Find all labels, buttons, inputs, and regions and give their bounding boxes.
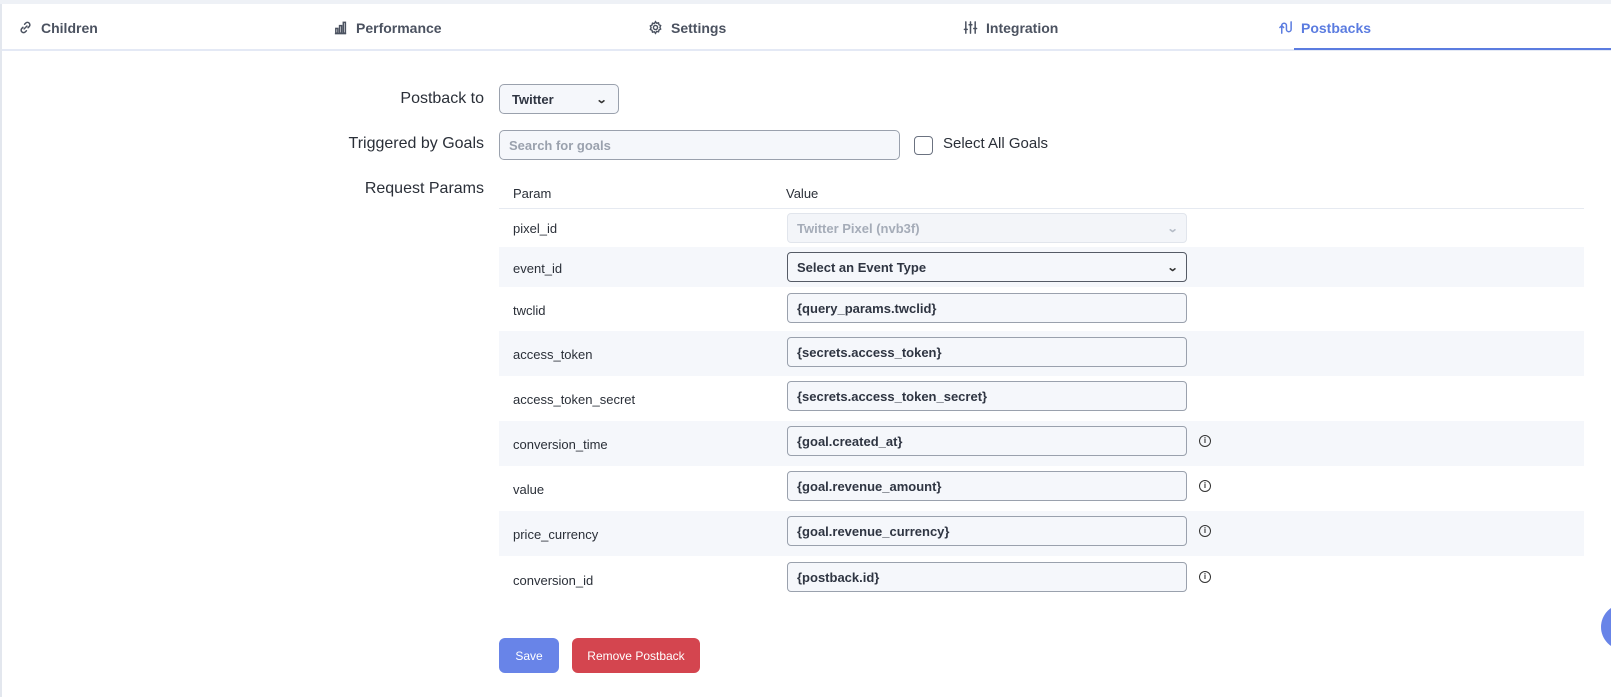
table-row: pixel_id Twitter Pixel (nvb3f) ⌄ (499, 209, 1584, 247)
postback-to-value: Twitter (512, 91, 554, 107)
tab-label: Integration (986, 19, 1059, 36)
field-value: {secrets.access_token} (797, 344, 942, 360)
param-name: value (513, 482, 545, 497)
field-value: {query_params.twclid} (797, 300, 937, 316)
field-value: {goal.created_at} (797, 433, 903, 449)
field-value: Select an Event Type (797, 259, 927, 275)
tab-label: Children (41, 19, 98, 36)
goals-label: Triggered by Goals (348, 135, 484, 152)
param-name: pixel_id (513, 221, 558, 236)
request-params-label: Request Params (364, 180, 484, 197)
link-icon (20, 21, 31, 34)
tab-label: Postbacks (1301, 19, 1372, 36)
param-name: conversion_time (513, 437, 608, 452)
param-name: access_token_secret (513, 392, 636, 407)
info-icon[interactable]: i (1199, 571, 1211, 583)
field-value: {goal.revenue_currency} (797, 523, 950, 539)
chevron-down-icon: ⌄ (1166, 222, 1179, 235)
pixel-id-select: Twitter Pixel (nvb3f) ⌄ (787, 213, 1187, 243)
param-name: access_token (513, 347, 593, 362)
tab-performance[interactable]: Performance (333, 4, 442, 51)
table-row: access_token {secrets.access_token} (499, 331, 1584, 376)
gear-icon (649, 20, 662, 35)
param-column-header: Param (513, 186, 552, 201)
param-name: price_currency (513, 527, 599, 542)
goals-search-input[interactable]: Search for goals (499, 130, 900, 160)
select-all-goals-label: Select All Goals (943, 135, 1049, 152)
floating-action-button[interactable] (1601, 604, 1611, 650)
table-header: Param Value (499, 176, 1584, 209)
save-button[interactable]: Save (499, 638, 559, 673)
chevron-down-icon: ⌄ (595, 93, 608, 106)
tab-children[interactable]: Children (18, 4, 98, 51)
info-icon[interactable]: i (1199, 525, 1211, 537)
table-row: access_token_secret {secrets.access_toke… (499, 376, 1584, 421)
table-row: value {goal.revenue_amount} i (499, 466, 1584, 511)
sliders-icon (963, 21, 978, 34)
remove-postback-button[interactable]: Remove Postback (572, 638, 700, 673)
tab-label: Performance (356, 19, 442, 36)
tab-integration[interactable]: Integration (963, 4, 1058, 51)
table-row: twclid {query_params.twclid} (499, 287, 1584, 331)
bar-chart-icon (334, 21, 347, 35)
table-row: event_id Select an Event Type ⌄ (499, 247, 1584, 287)
tab-label: Settings (671, 19, 727, 36)
field-value: {goal.revenue_amount} (797, 478, 942, 494)
tab-bar: Children Performance Settings Integratio… (2, 4, 1611, 51)
param-name: twclid (513, 303, 546, 318)
twclid-input[interactable]: {query_params.twclid} (787, 293, 1187, 323)
price-currency-input[interactable]: {goal.revenue_currency} (787, 516, 1187, 546)
field-value: Twitter Pixel (nvb3f) (797, 220, 920, 236)
field-value: {secrets.access_token_secret} (797, 388, 988, 404)
tab-settings[interactable]: Settings (648, 4, 726, 51)
event-type-select[interactable]: Select an Event Type ⌄ (787, 252, 1187, 282)
table-row: conversion_id {postback.id} i (499, 556, 1584, 603)
request-params-table: Param Value pixel_id Twitter Pixel (nvb3… (499, 176, 1584, 606)
access-token-input[interactable]: {secrets.access_token} (787, 337, 1187, 367)
value-column-header: Value (786, 186, 819, 201)
table-row: conversion_time {goal.created_at} i (499, 421, 1584, 466)
info-icon[interactable]: i (1199, 480, 1211, 492)
postback-to-label: Postback to (400, 90, 484, 107)
postback-icon (1279, 21, 1292, 34)
postback-to-select[interactable]: Twitter ⌄ (499, 84, 619, 114)
page: Children Performance Settings Integratio… (0, 4, 1611, 697)
access-token-secret-input[interactable]: {secrets.access_token_secret} (787, 381, 1187, 411)
table-row: price_currency {goal.revenue_currency} i (499, 511, 1584, 556)
info-icon[interactable]: i (1199, 435, 1211, 447)
goals-placeholder: Search for goals (509, 137, 611, 153)
value-input[interactable]: {goal.revenue_amount} (787, 471, 1187, 501)
conversion-time-input[interactable]: {goal.created_at} (787, 426, 1187, 456)
param-name: event_id (513, 261, 563, 276)
tab-postbacks[interactable]: Postbacks (1278, 4, 1371, 51)
select-all-goals-checkbox[interactable] (914, 136, 933, 155)
param-name: conversion_id (513, 573, 594, 588)
active-tab-indicator (1294, 48, 1611, 50)
conversion-id-input[interactable]: {postback.id} (787, 562, 1187, 592)
field-value: {postback.id} (797, 569, 880, 585)
chevron-down-icon: ⌄ (1166, 261, 1179, 274)
